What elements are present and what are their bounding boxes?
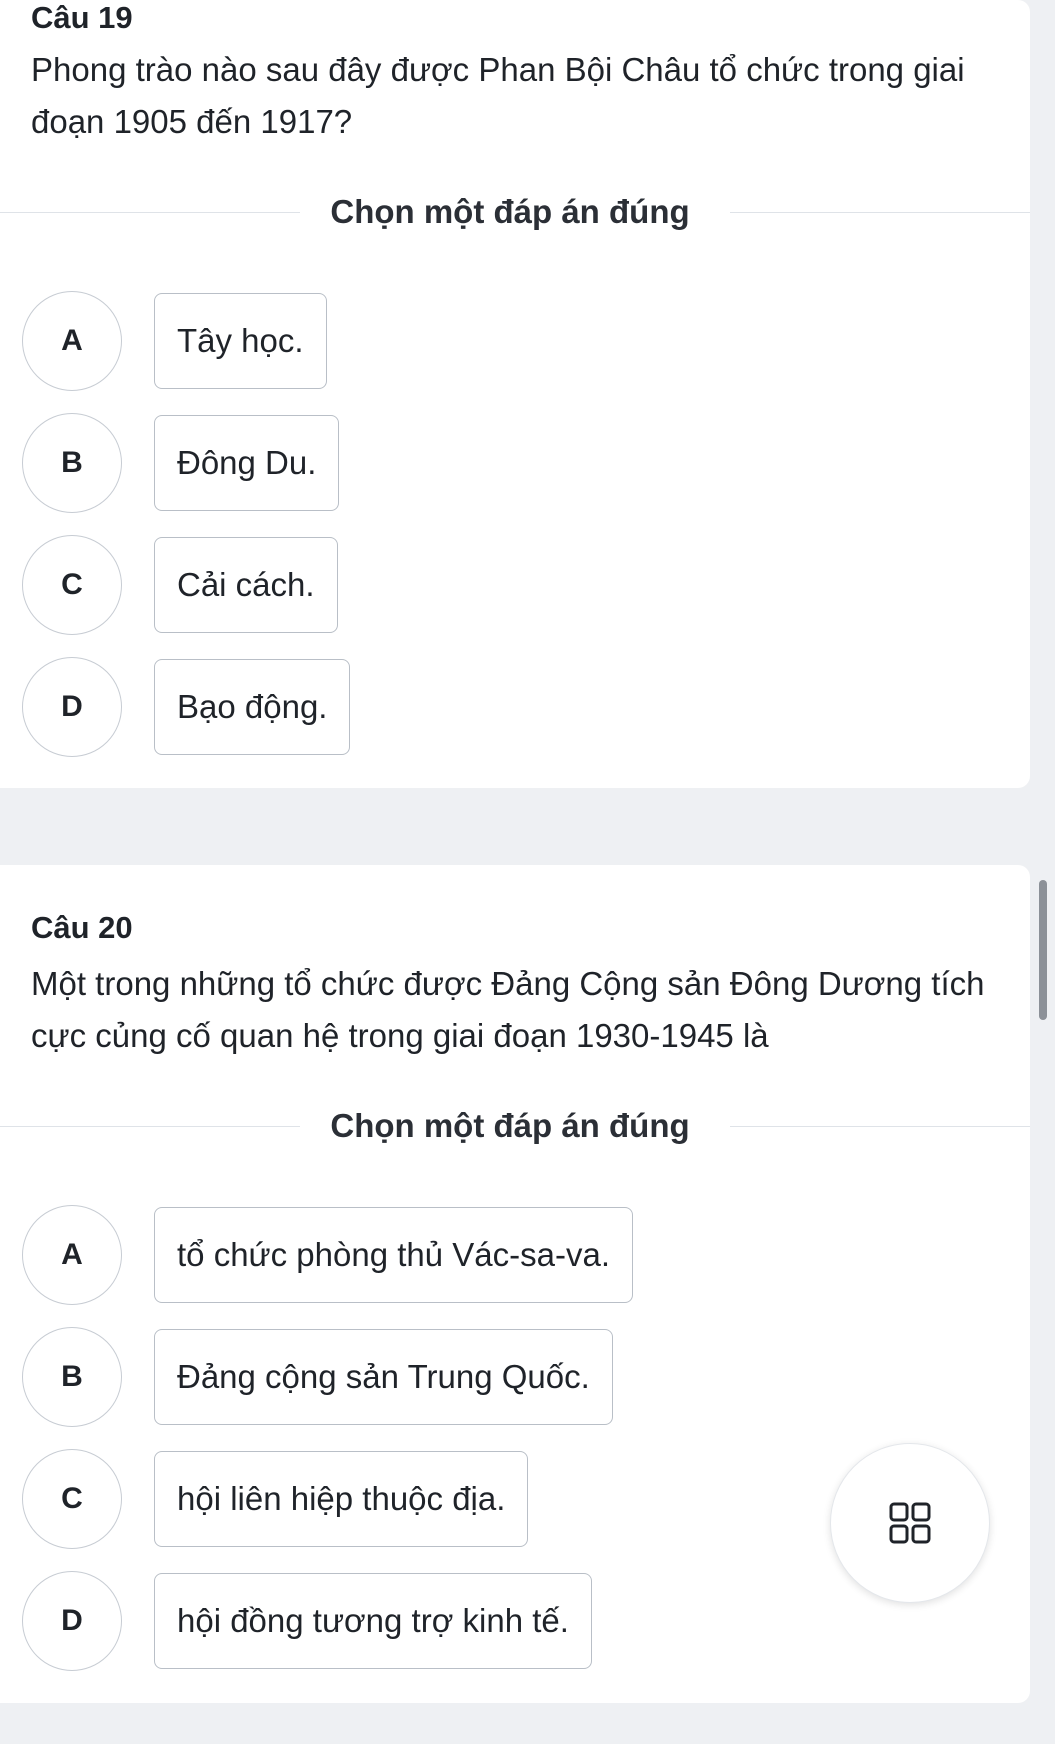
question-number: Câu 20 [31,910,133,945]
option-text[interactable]: Đông Du. [154,415,340,511]
option-text[interactable]: Cải cách. [154,537,338,633]
option-text[interactable]: hội đồng tương trợ kinh tế. [154,1573,592,1669]
grid-icon [889,1502,931,1544]
option-letter[interactable]: C [22,1449,122,1549]
option-letter[interactable]: B [22,413,122,513]
option-text[interactable]: tổ chức phòng thủ Vác-sa-va. [154,1207,633,1303]
question-number: Câu 19 [31,0,133,35]
option-c[interactable]: C Cải cách. [22,535,922,635]
question-text: Một trong những tổ chức được Đảng Cộng s… [31,965,985,1054]
option-c[interactable]: C hội liên hiệp thuộc địa. [22,1449,922,1549]
instruction-label: Chọn một đáp án đúng [330,193,690,230]
scrollbar-thumb[interactable] [1039,880,1047,1020]
option-text[interactable]: Tây học. [154,293,327,389]
option-b[interactable]: B Đảng cộng sản Trung Quốc. [22,1327,922,1427]
option-b[interactable]: B Đông Du. [22,413,922,513]
question-text: Phong trào nào sau đây được Phan Bội Châ… [31,51,965,140]
instruction-label: Chọn một đáp án đúng [330,1107,690,1144]
option-d[interactable]: D hội đồng tương trợ kinh tế. [22,1571,922,1671]
option-a[interactable]: A Tây học. [22,291,922,391]
instruction-separator: Chọn một đáp án đúng [0,189,1030,235]
option-text[interactable]: hội liên hiệp thuộc địa. [154,1451,529,1547]
option-letter[interactable]: D [22,657,122,757]
option-letter[interactable]: D [22,1571,122,1671]
option-a[interactable]: A tổ chức phòng thủ Vác-sa-va. [22,1205,922,1305]
option-letter[interactable]: B [22,1327,122,1427]
option-letter[interactable]: A [22,291,122,391]
option-letter[interactable]: A [22,1205,122,1305]
option-text[interactable]: Đảng cộng sản Trung Quốc. [154,1329,613,1425]
question-grid-button[interactable] [830,1443,990,1603]
option-d[interactable]: D Bạo động. [22,657,922,757]
question-card-19: Câu 19 Phong trào nào sau đây được Phan … [0,0,1030,788]
option-text[interactable]: Bạo động. [154,659,351,755]
option-letter[interactable]: C [22,535,122,635]
instruction-separator: Chọn một đáp án đúng [0,1103,1030,1149]
